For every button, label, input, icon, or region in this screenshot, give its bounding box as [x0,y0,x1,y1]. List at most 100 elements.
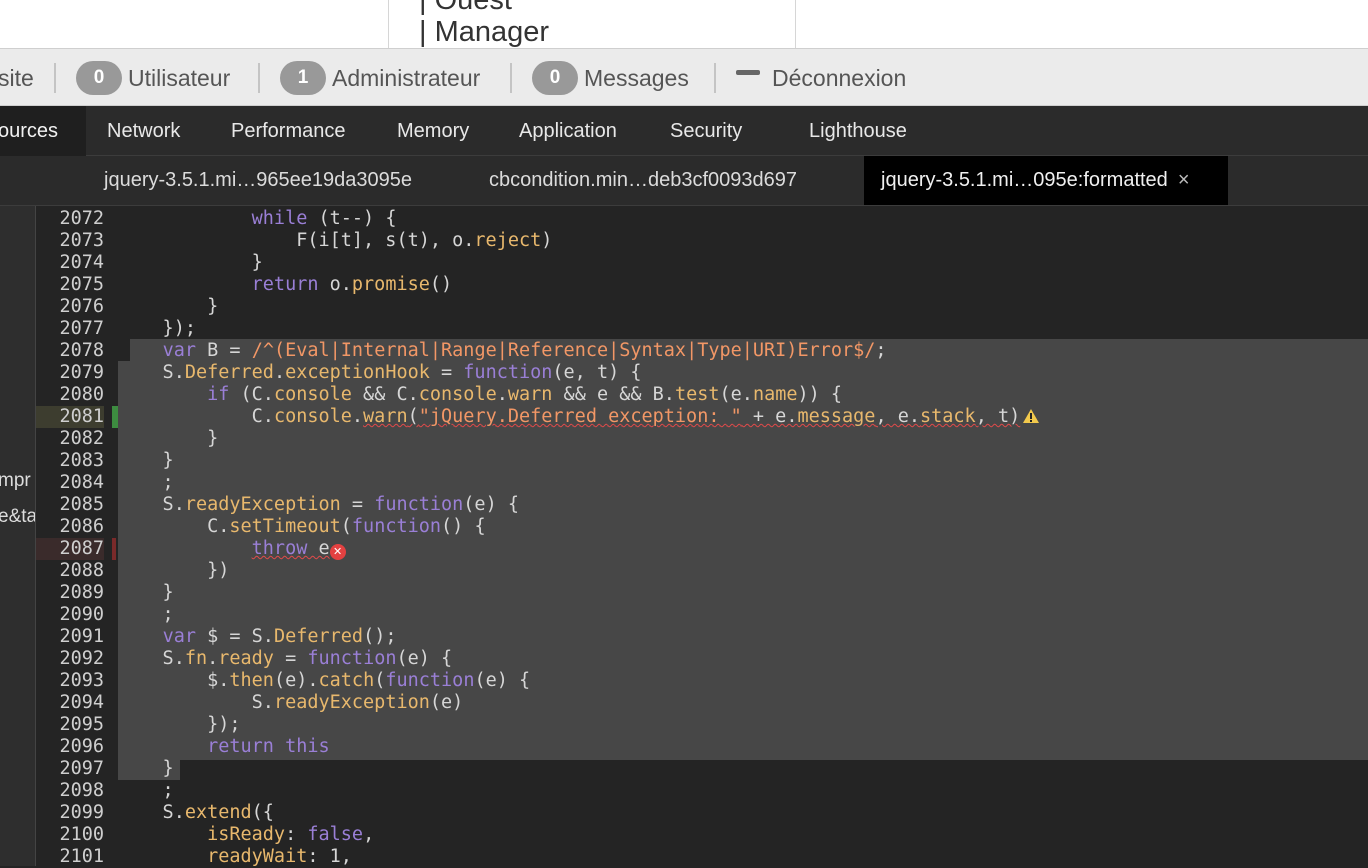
divider [258,63,260,93]
code-line[interactable]: } [118,296,218,318]
code-line[interactable]: S.Deferred.exceptionHook = function(e, t… [118,362,642,384]
line-number[interactable]: 2101 [36,846,104,868]
code-line-warning[interactable]: C.console.warn("jQuery.Deferred exceptio… [118,406,1040,428]
code-line[interactable]: return this [118,736,330,758]
code-line[interactable]: F(i[t], s(t), o.reject) [118,230,552,252]
line-number[interactable]: 2096 [36,736,104,758]
messages-label: Messages [584,64,689,91]
admin-bar: site 0 Utilisateur 1 Administrateur 0 Me… [0,48,1368,106]
line-number[interactable]: 2078 [36,340,104,362]
line-number[interactable]: 2091 [36,626,104,648]
code-line[interactable]: ; [118,780,174,802]
line-number[interactable]: 2072 [36,208,104,230]
line-number[interactable]: 2081 [36,406,104,428]
file-tab-label: jquery-3.5.1.mi…095e:formatted [881,169,1168,191]
tab-performance[interactable]: Performance [231,106,346,156]
code-line[interactable]: }); [118,714,240,736]
warning-icon[interactable] [1022,408,1040,424]
line-number[interactable]: 2077 [36,318,104,340]
line-number[interactable]: 2100 [36,824,104,846]
tab-sources[interactable]: ources [0,106,86,156]
code-line[interactable]: return o.promise() [118,274,453,296]
users-link[interactable]: 0 Utilisateur [76,49,230,107]
navigator-item[interactable]: e&ta [0,506,35,528]
line-number[interactable]: 2073 [36,230,104,252]
code-line[interactable]: } [118,758,174,780]
code-line[interactable]: isReady: false, [118,824,374,846]
line-number[interactable]: 2080 [36,384,104,406]
tab-application-label: Application [519,119,617,142]
admins-label: Administrateur [332,64,481,91]
line-number[interactable]: 2094 [36,692,104,714]
file-tab-jquery-min[interactable]: jquery-3.5.1.mi…965ee19da3095e [104,156,412,205]
code-line[interactable]: if (C.console && C.console.warn && e && … [118,384,842,406]
close-icon[interactable]: × [1178,169,1190,192]
line-number[interactable]: 2082 [36,428,104,450]
code-line[interactable]: } [118,252,263,274]
line-number[interactable]: 2079 [36,362,104,384]
tab-lighthouse[interactable]: Lighthouse [809,106,907,156]
code-line[interactable]: S.readyException = function(e) { [118,494,519,516]
web-page-header: | Ouest | Manager [0,0,1368,48]
dropdown-option-ouest[interactable]: | Ouest [419,0,512,17]
code-line[interactable]: var B = /^(Eval|Internal|Range|Reference… [118,340,887,362]
code-line[interactable]: $.then(e).catch(function(e) { [118,670,530,692]
admin-site-link[interactable]: site [0,49,34,107]
line-number[interactable]: 2087 [36,538,104,560]
line-number[interactable]: 2090 [36,604,104,626]
code-line[interactable]: S.readyException(e) [118,692,464,714]
tab-lighthouse-label: Lighthouse [809,119,907,142]
line-number[interactable]: 2085 [36,494,104,516]
minus-icon [736,69,760,75]
code-line[interactable]: ; [118,604,174,626]
file-tab-label: cbcondition.min…deb3cf0093d697 [489,169,797,191]
code-line-error[interactable]: throw e ✕ [118,538,346,560]
line-number[interactable]: 2076 [36,296,104,318]
divider [54,63,56,93]
line-number[interactable]: 2092 [36,648,104,670]
line-number[interactable]: 2086 [36,516,104,538]
file-tab-jquery-formatted[interactable]: jquery-3.5.1.mi…095e:formatted × [864,156,1228,205]
code-line[interactable]: readyWait: 1, [118,846,352,868]
line-number[interactable]: 2088 [36,560,104,582]
line-number[interactable]: 2095 [36,714,104,736]
tab-security[interactable]: Security [670,106,742,156]
line-number[interactable]: 2084 [36,472,104,494]
code-line[interactable]: }); [118,318,196,340]
tab-application[interactable]: Application [519,106,617,156]
file-tab-cbcondition[interactable]: cbcondition.min…deb3cf0093d697 [489,156,797,205]
line-number[interactable]: 2097 [36,758,104,780]
code-line[interactable]: var $ = S.Deferred(); [118,626,397,648]
code-line[interactable]: } [118,450,174,472]
line-number[interactable]: 2074 [36,252,104,274]
line-number[interactable]: 2099 [36,802,104,824]
admin-site-label: site [0,64,34,91]
code-line[interactable]: while (t--) { [118,208,397,230]
line-number[interactable]: 2098 [36,780,104,802]
line-number[interactable]: 2083 [36,450,104,472]
code-line[interactable]: S.fn.ready = function(e) { [118,648,453,670]
users-label: Utilisateur [128,64,231,91]
navigator-item[interactable]: mpr [0,470,31,492]
messages-link[interactable]: 0 Messages [532,49,689,107]
tab-network[interactable]: Network [107,106,180,156]
code-line[interactable]: C.setTimeout(function() { [118,516,486,538]
admins-link[interactable]: 1 Administrateur [280,49,480,107]
code-line[interactable]: } [118,428,218,450]
code-line[interactable]: } [118,582,174,604]
logout-link[interactable]: Déconnexion [736,49,906,107]
dropdown-option-manager[interactable]: | Manager [419,16,549,48]
error-icon[interactable]: ✕ [329,544,346,560]
admins-count-badge: 1 [280,61,326,95]
tab-network-label: Network [107,119,181,142]
line-number[interactable]: 2093 [36,670,104,692]
tab-memory[interactable]: Memory [397,106,469,156]
line-number[interactable]: 2089 [36,582,104,604]
line-number[interactable]: 2075 [36,274,104,296]
code-line[interactable]: }) [118,560,229,582]
messages-count-badge: 0 [532,61,578,95]
code-line[interactable]: S.extend({ [118,802,274,824]
tab-memory-label: Memory [397,119,470,142]
site-dropdown[interactable]: | Ouest | Manager [388,0,796,48]
code-line[interactable]: ; [118,472,174,494]
